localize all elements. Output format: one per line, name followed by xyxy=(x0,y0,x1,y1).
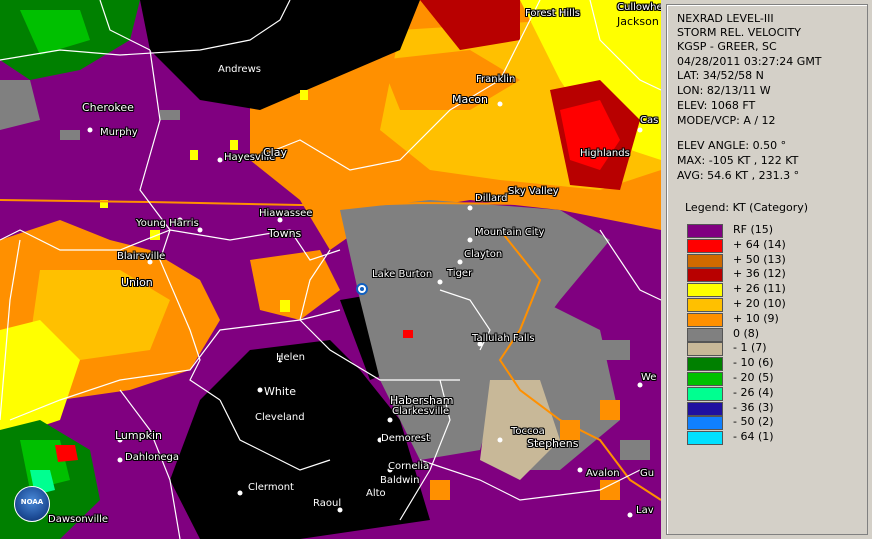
mode-vcp: MODE/VCP: A / 12 xyxy=(677,114,776,127)
town-label: Dahlonega xyxy=(125,452,180,463)
product-type: STORM REL. VELOCITY xyxy=(677,26,801,39)
radar-longitude: LON: 82/13/11 W xyxy=(677,84,771,97)
town-label: Cleveland xyxy=(255,412,305,423)
town-label: Avalon xyxy=(586,468,620,479)
legend-label: - 1 (7) xyxy=(733,341,767,354)
town-label: Mountain City xyxy=(475,227,545,238)
product-name: NEXRAD LEVEL-III xyxy=(677,12,774,25)
legend-swatch xyxy=(687,431,723,445)
legend-label: - 50 (2) xyxy=(733,415,774,428)
town-label: Andrews xyxy=(218,64,261,75)
legend-title: Legend: KT (Category) xyxy=(685,201,809,214)
legend-swatch xyxy=(687,402,723,416)
town-label: Tallulah Falls xyxy=(472,333,535,344)
town-label: Lumpkin xyxy=(115,429,163,442)
town-label: Lake Burton xyxy=(372,269,433,280)
legend-label: + 26 (11) xyxy=(733,282,786,295)
elevation-angle: ELEV ANGLE: 0.50 ° xyxy=(677,139,787,152)
legend-label: - 64 (1) xyxy=(733,430,774,443)
legend-swatch xyxy=(687,342,723,356)
legend-swatch xyxy=(687,357,723,371)
legend-swatch xyxy=(687,328,723,342)
town-label: Forest Hills xyxy=(525,8,580,19)
info-panel: NEXRAD LEVEL-III STORM REL. VELOCITY KGS… xyxy=(666,4,868,535)
radar-elevation: ELEV: 1068 FT xyxy=(677,99,756,112)
legend-swatch xyxy=(687,283,723,297)
legend-swatch xyxy=(687,416,723,430)
town-label: Cullowhee xyxy=(617,2,661,13)
radar-velocity-image xyxy=(0,0,661,539)
avg-velocity: AVG: 54.6 KT , 231.3 ° xyxy=(677,169,800,182)
town-label: Sky Valley xyxy=(508,186,559,197)
town-label: Clarkesville xyxy=(392,406,450,417)
legend-swatch xyxy=(687,268,723,282)
legend-swatch xyxy=(687,224,723,238)
town-label: Hiawassee xyxy=(259,208,313,219)
legend-swatch xyxy=(687,387,723,401)
radar-latitude: LAT: 34/52/58 N xyxy=(677,69,764,82)
town-label: We xyxy=(641,372,657,383)
town-label: Dawsonville xyxy=(48,514,109,525)
legend-swatch xyxy=(687,298,723,312)
legend-label: - 20 (5) xyxy=(733,371,774,384)
town-label: Clayton xyxy=(464,249,503,260)
town-label: Alto xyxy=(366,488,386,499)
town-label: Clermont xyxy=(248,482,294,493)
radar-map[interactable]: Forest Hills Cullowhee Jackson Andrews F… xyxy=(0,0,661,539)
radar-viewer: Forest Hills Cullowhee Jackson Andrews F… xyxy=(0,0,872,539)
town-label: Towns xyxy=(268,227,302,240)
town-label: Clay xyxy=(263,146,287,159)
town-label: Tiger xyxy=(447,268,473,279)
legend-swatch xyxy=(687,313,723,327)
legend-label: + 10 (9) xyxy=(733,312,779,325)
town-label: Macon xyxy=(452,93,488,106)
legend-label: - 36 (3) xyxy=(733,401,774,414)
town-label: Murphy xyxy=(100,127,138,138)
town-label: Cherokee xyxy=(82,101,134,114)
legend-label: + 64 (14) xyxy=(733,238,786,251)
legend-label: + 20 (10) xyxy=(733,297,786,310)
town-label: Jackson xyxy=(617,15,659,28)
max-velocity: MAX: -105 KT , 122 KT xyxy=(677,154,799,167)
town-label: Raoul xyxy=(313,498,342,509)
town-label: Gu xyxy=(640,468,655,479)
town-label: Blairsville xyxy=(117,251,166,262)
town-label: Stephens xyxy=(527,437,579,450)
town-label: Demorest xyxy=(381,433,430,444)
town-label: Young Harris xyxy=(136,218,199,229)
town-label: Lav xyxy=(636,505,654,516)
scan-datetime: 04/28/2011 03:27:24 GMT xyxy=(677,55,822,68)
town-label: Cas xyxy=(640,115,659,126)
legend-swatch xyxy=(687,239,723,253)
town-label: Cornelia xyxy=(388,461,430,472)
legend-swatch xyxy=(687,254,723,268)
noaa-logo: NOAA xyxy=(14,486,50,522)
noaa-logo-text: NOAA xyxy=(20,498,44,506)
radar-site: KGSP - GREER, SC xyxy=(677,40,777,53)
town-label: Franklin xyxy=(476,74,516,85)
legend-swatch xyxy=(687,372,723,386)
legend-label: RF (15) xyxy=(733,223,774,236)
town-label: Baldwin xyxy=(380,475,420,486)
town-label: Helen xyxy=(276,352,305,363)
town-label: Union xyxy=(121,276,153,289)
town-label: White xyxy=(264,385,296,398)
legend-label: + 50 (13) xyxy=(733,253,786,266)
legend-label: + 36 (12) xyxy=(733,267,786,280)
town-label: Highlands xyxy=(580,148,630,159)
town-label: Dillard xyxy=(475,193,508,204)
legend-label: 0 (8) xyxy=(733,327,760,340)
legend-label: - 10 (6) xyxy=(733,356,774,369)
legend-label: - 26 (4) xyxy=(733,386,774,399)
